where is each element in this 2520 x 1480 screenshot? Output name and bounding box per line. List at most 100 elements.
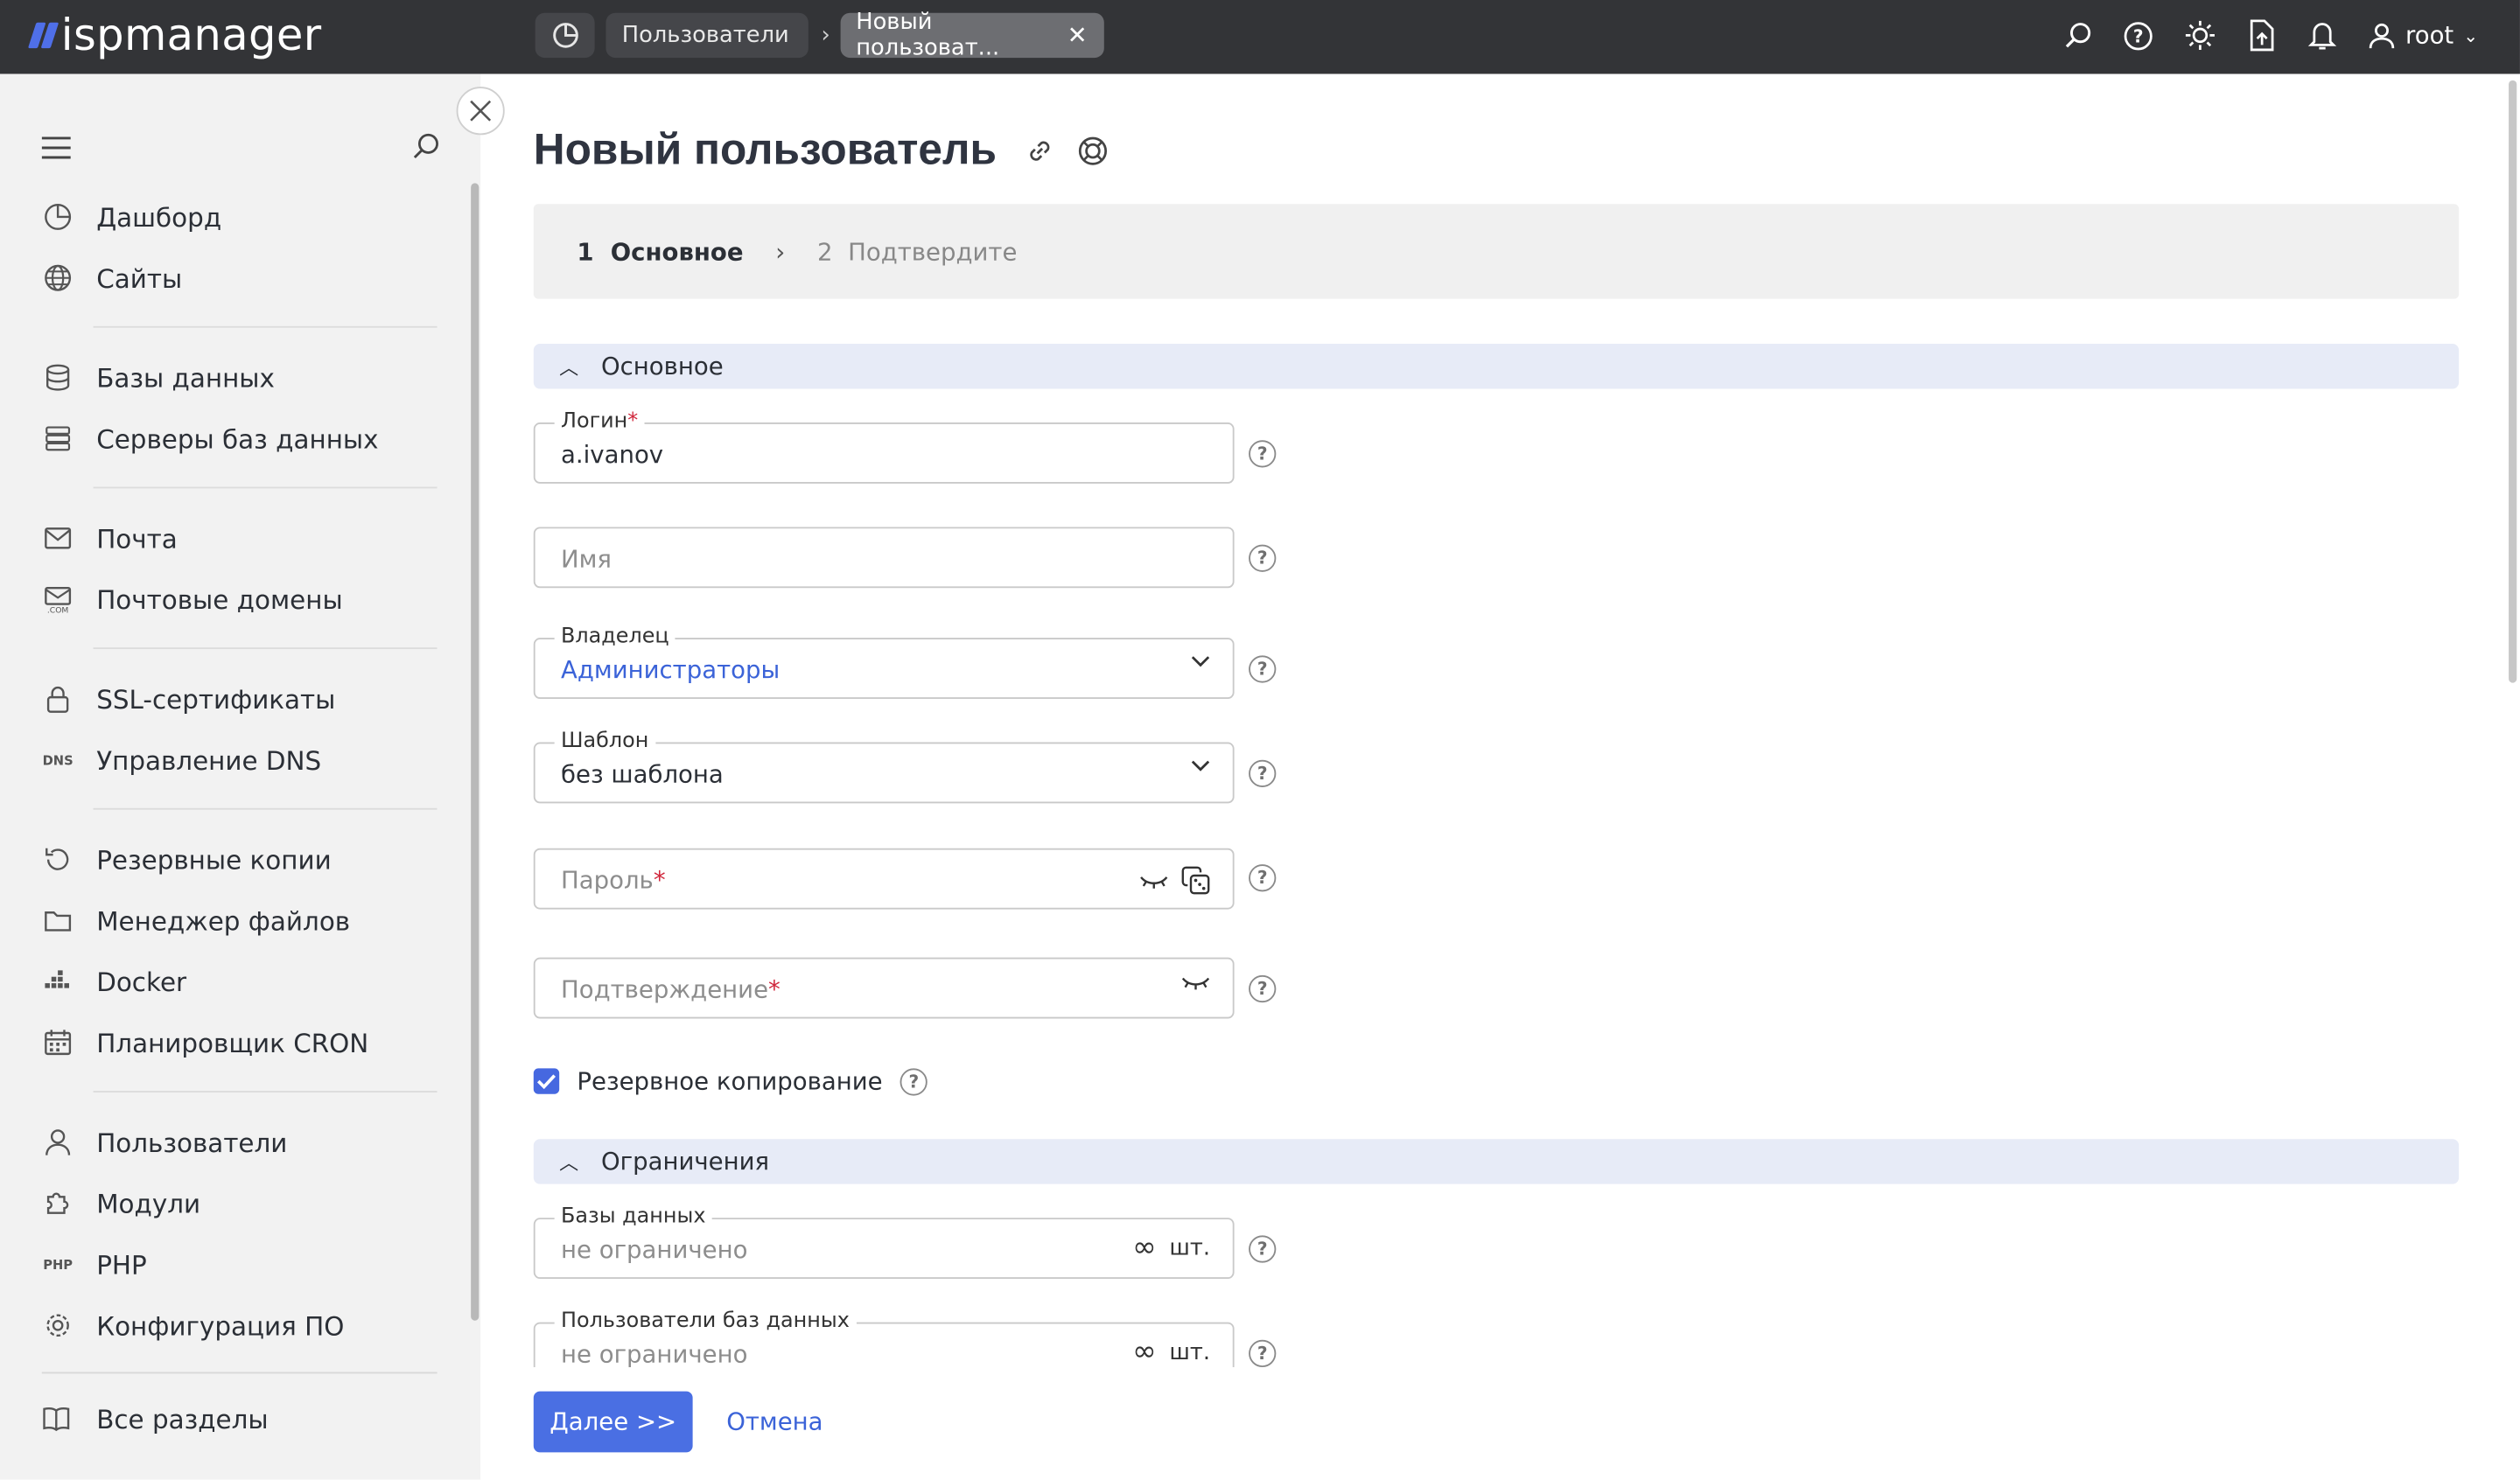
owner-value: Администраторы xyxy=(561,655,780,685)
chevron-up-icon: ︿ xyxy=(559,1150,579,1174)
owner-label: Владелец xyxy=(554,625,676,651)
theme-icon[interactable] xyxy=(2184,17,2216,52)
eye-closed-icon[interactable] xyxy=(1139,870,1168,896)
sidebar-item-software-config[interactable]: Конфигурация ПО xyxy=(42,1295,438,1356)
gear-icon xyxy=(42,1309,74,1342)
password-field[interactable]: Пароль* xyxy=(533,848,1235,910)
help-icon[interactable]: ? xyxy=(1249,544,1277,572)
section-limits-header[interactable]: ︿ Ограничения xyxy=(533,1139,2460,1184)
sidebar-item-ssl[interactable]: SSL-сертификаты xyxy=(42,668,438,730)
sidebar-item-file-manager[interactable]: Менеджер файлов xyxy=(42,890,438,952)
main-content: Новый пользователь 1 Основное › 2 Подтве… xyxy=(480,73,2520,1479)
db-limit-field[interactable]: Базы данных не ограничено ∞ шт. xyxy=(533,1204,1235,1280)
sidebar-item-docker[interactable]: Docker xyxy=(42,951,438,1012)
confirm-password-field[interactable]: Подтверждение* xyxy=(533,957,1235,1019)
db-users-limit-placeholder: не ограничено xyxy=(561,1339,748,1369)
next-button[interactable]: Далее >> xyxy=(533,1391,693,1453)
chevron-up-icon: ︿ xyxy=(559,355,579,379)
step-1: 1 Основное xyxy=(577,236,744,266)
chevron-right-icon: › xyxy=(775,236,786,266)
user-name: root xyxy=(2404,20,2454,50)
dns-icon: DNS xyxy=(42,743,74,776)
sidebar-item-users[interactable]: Пользователи xyxy=(42,1112,438,1173)
bell-icon[interactable] xyxy=(2306,17,2338,52)
sidebar-item-php[interactable]: PHP PHP xyxy=(42,1234,438,1295)
database-icon xyxy=(42,361,74,394)
breadcrumb: Пользователи › Новый пользоват... ✕ xyxy=(535,10,1104,61)
sidebar-item-dns[interactable]: DNS Управление DNS xyxy=(42,730,438,791)
logo-mark xyxy=(27,22,60,49)
backup-checkbox-row: Резервное копирование ? xyxy=(533,1067,928,1096)
logo[interactable]: ispmanager xyxy=(27,10,322,61)
help-icon[interactable]: ? xyxy=(1249,1235,1277,1263)
user-menu[interactable]: root ⌄ xyxy=(2367,21,2478,50)
sidebar-item-db-servers[interactable]: Серверы баз данных xyxy=(42,408,438,470)
help-icon[interactable]: ? xyxy=(1249,440,1277,468)
sidebar-item-mail-domains[interactable]: .COM Почтовые домены xyxy=(42,569,438,630)
close-tab-icon[interactable]: ✕ xyxy=(1068,21,1088,50)
sidebar-item-modules[interactable]: Модули xyxy=(42,1173,438,1234)
help-icon[interactable]: ? xyxy=(1249,974,1277,1003)
book-icon xyxy=(42,1404,74,1433)
help-icon[interactable]: ? xyxy=(900,1067,928,1095)
cancel-button[interactable]: Отмена xyxy=(726,1392,822,1453)
php-icon: PHP xyxy=(42,1248,74,1281)
help-icon[interactable]: ? xyxy=(1249,759,1277,787)
link-icon[interactable] xyxy=(1024,135,1056,173)
menu-icon[interactable] xyxy=(41,134,71,164)
breadcrumb-new-user[interactable]: Новый пользоват... ✕ xyxy=(839,10,1104,61)
logo-text: ispmanager xyxy=(60,10,322,60)
main-scrollbar[interactable] xyxy=(2509,80,2517,683)
step-2: 2 Подтвердите xyxy=(817,236,1018,266)
divider xyxy=(93,1091,438,1093)
lock-icon xyxy=(42,683,74,716)
name-placeholder: Имя xyxy=(561,544,612,574)
sidebar-search-icon[interactable] xyxy=(411,132,440,167)
dashboard-tab-icon[interactable] xyxy=(535,12,595,59)
folder-icon xyxy=(42,904,74,937)
sidebar-item-dashboard[interactable]: Дашборд xyxy=(42,186,438,248)
breadcrumb-separator: › xyxy=(821,22,830,49)
name-field[interactable]: Имя xyxy=(533,527,1235,589)
password-placeholder: Пароль* xyxy=(561,865,666,896)
calendar-icon xyxy=(42,1027,74,1059)
svg-text:PHP: PHP xyxy=(43,1258,73,1273)
sidebar-item-databases[interactable]: Базы данных xyxy=(42,347,438,408)
upload-icon[interactable] xyxy=(2244,17,2277,52)
title-actions xyxy=(1024,135,1109,173)
eye-closed-icon[interactable] xyxy=(1181,975,1210,991)
unlimited-toggle[interactable]: ∞ шт. xyxy=(1132,1335,1210,1369)
mail-domain-icon: .COM xyxy=(42,583,74,616)
sidebar-scrollbar[interactable] xyxy=(471,183,480,1321)
chevron-down-icon: ⌄ xyxy=(2463,24,2479,46)
help-icon[interactable]: ? xyxy=(2123,17,2155,52)
search-icon[interactable] xyxy=(2062,17,2094,52)
sidebar-item-all-sections[interactable]: Все разделы xyxy=(42,1388,438,1449)
owner-select[interactable]: Владелец Администраторы xyxy=(533,625,1235,699)
login-field[interactable]: Логин* a.ivanov xyxy=(533,409,1235,484)
divider xyxy=(93,647,438,650)
infinity-icon: ∞ xyxy=(1132,1335,1157,1369)
template-select[interactable]: Шаблон без шаблона xyxy=(533,729,1235,804)
chevron-down-icon xyxy=(1191,655,1210,668)
sidebar-item-sites[interactable]: Сайты xyxy=(42,248,438,309)
sidebar-item-mail[interactable]: Почта xyxy=(42,507,438,569)
help-icon[interactable]: ? xyxy=(1249,1339,1277,1368)
breadcrumb-users[interactable]: Пользователи xyxy=(606,12,808,59)
generate-password-icon[interactable] xyxy=(1181,866,1210,901)
page-title: Новый пользователь xyxy=(533,125,997,174)
unlimited-toggle[interactable]: ∞ шт. xyxy=(1132,1233,1211,1262)
lifebuoy-icon[interactable] xyxy=(1077,135,1110,173)
sidebar-item-cron[interactable]: Планировщик CRON xyxy=(42,1012,438,1073)
section-main-header[interactable]: ︿ Основное xyxy=(533,344,2460,389)
divider xyxy=(93,807,438,810)
dashboard-icon xyxy=(42,201,74,234)
backup-checkbox[interactable] xyxy=(533,1068,560,1094)
unit-label: шт. xyxy=(1169,1235,1211,1261)
sidebar-item-backups[interactable]: Резервные копии xyxy=(42,829,438,890)
chevron-down-icon xyxy=(1191,760,1210,773)
help-icon[interactable]: ? xyxy=(1249,864,1277,892)
confirm-placeholder: Подтверждение* xyxy=(561,974,780,1004)
help-icon[interactable]: ? xyxy=(1249,655,1277,683)
login-label: Логин* xyxy=(554,409,645,436)
